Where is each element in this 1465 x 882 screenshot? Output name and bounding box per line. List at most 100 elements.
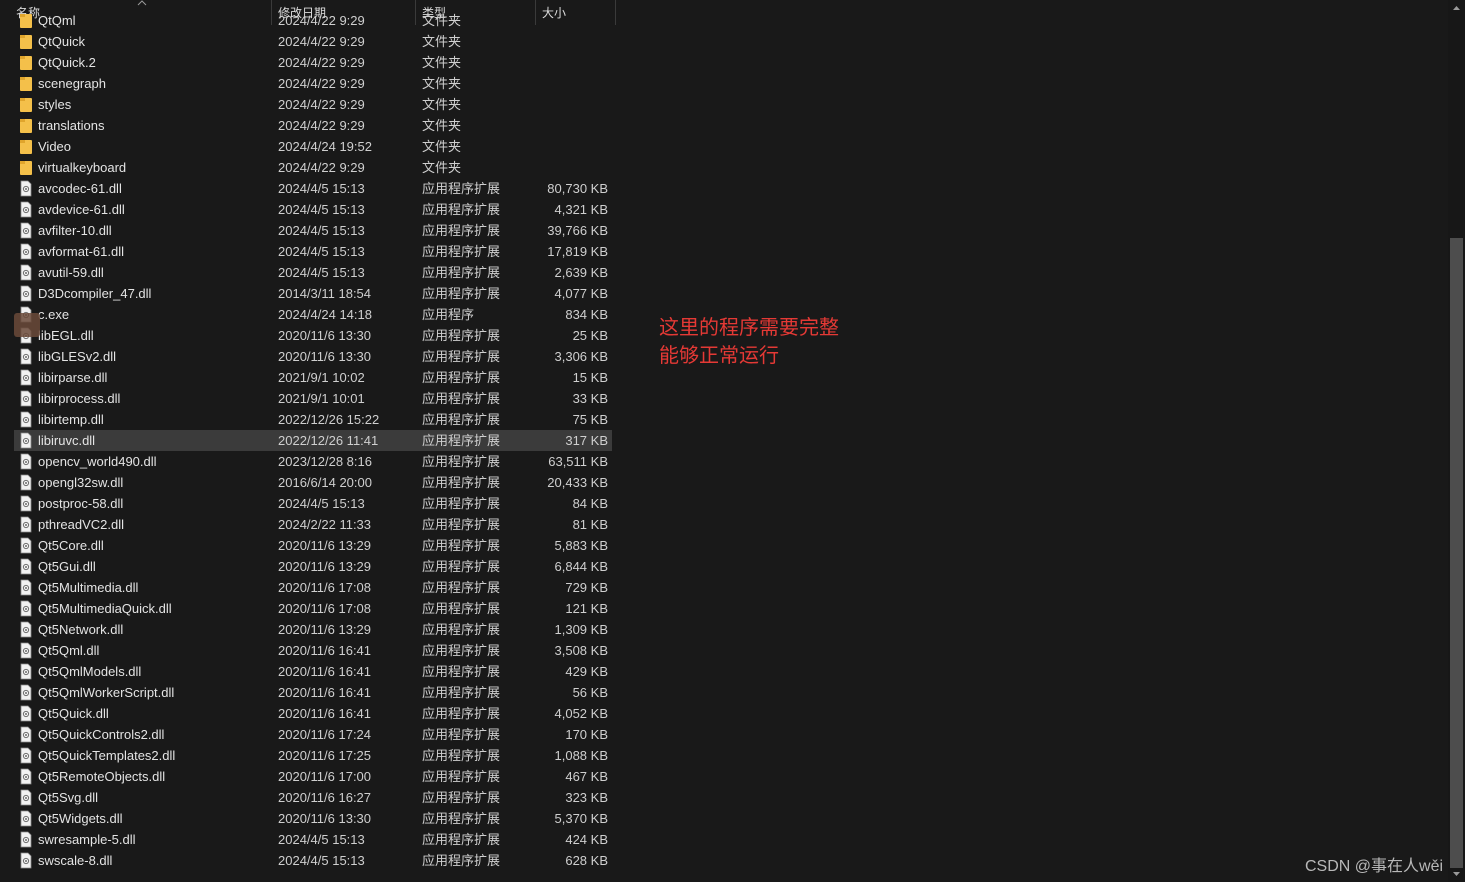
file-size: 5,370 KB (554, 811, 609, 826)
file-name: avdevice-61.dll (38, 202, 125, 217)
file-type: 应用程序扩展 (422, 853, 501, 868)
file-row[interactable]: D3Dcompiler_47.dll 2014/3/11 18:54 应用程序扩展 4… (14, 283, 612, 304)
file-name: avutil-59.dll (38, 265, 104, 280)
file-size: 4,321 KB (554, 202, 609, 217)
file-row[interactable]: Video 2024/4/24 19:52 文件夹 (14, 136, 612, 157)
file-type: 文件夹 (422, 139, 462, 154)
file-row[interactable]: opencv_world490.dll 2023/12/28 8:16 应用程序扩展… (14, 451, 612, 472)
file-type: 文件夹 (422, 118, 462, 133)
file-date: 2024/4/5 15:13 (278, 265, 365, 280)
file-date: 2014/3/11 18:54 (278, 286, 372, 301)
file-type: 应用程序扩展 (422, 643, 501, 658)
file-type: 应用程序扩展 (422, 580, 501, 595)
file-size: 317 KB (565, 433, 608, 448)
file-row[interactable]: avformat-61.dll 2024/4/5 15:13 应用程序扩展 17,81… (14, 241, 612, 262)
file-type: 应用程序扩展 (422, 496, 501, 511)
file-row[interactable]: QtQuick 2024/4/22 9:29 文件夹 (14, 31, 612, 52)
file-row[interactable]: postproc-58.dll 2024/4/5 15:13 应用程序扩展 84 KB (14, 493, 612, 514)
dll-file-icon (20, 264, 32, 281)
file-row[interactable]: Qt5Quick.dll 2020/11/6 16:41 应用程序扩展 4,052 K… (14, 703, 612, 724)
file-date: 2024/4/5 15:13 (278, 223, 365, 238)
file-row[interactable]: libEGL.dll 2020/11/6 13:30 应用程序扩展 25 KB (14, 325, 612, 346)
file-row[interactable]: QtQml 2024/4/22 9:29 文件夹 (14, 10, 612, 31)
file-type: 应用程序扩展 (422, 685, 501, 700)
file-row[interactable]: avfilter-10.dll 2024/4/5 15:13 应用程序扩展 39,76… (14, 220, 612, 241)
file-row[interactable]: swscale-8.dll 2024/4/5 15:13 应用程序扩展 628 KB (14, 850, 612, 871)
scroll-down-arrow-icon[interactable] (1451, 869, 1462, 879)
file-name: Qt5RemoteObjects.dll (38, 769, 166, 784)
file-row[interactable]: Qt5Multimedia.dll 2020/11/6 17:08 应用程序扩展 72… (14, 577, 612, 598)
scrollbar-thumb[interactable] (1450, 238, 1463, 868)
file-row[interactable]: Qt5QuickControls2.dll 2020/11/6 17:24 应用程序… (14, 724, 612, 745)
dll-file-icon (20, 558, 32, 575)
file-type: 文件夹 (422, 160, 462, 175)
file-date: 2020/11/6 16:41 (278, 706, 372, 721)
file-row[interactable]: translations 2024/4/22 9:29 文件夹 (14, 115, 612, 136)
file-row[interactable]: QtQuick.2 2024/4/22 9:29 文件夹 (14, 52, 612, 73)
file-row[interactable]: libirparse.dll 2021/9/1 10:02 应用程序扩展 15 KB (14, 367, 612, 388)
file-row[interactable]: Qt5QmlWorkerScript.dll 2020/11/6 16:41 应用程… (14, 682, 612, 703)
file-date: 2020/11/6 13:30 (278, 349, 372, 364)
file-row[interactable]: Qt5QmlModels.dll 2020/11/6 16:41 应用程序扩展 429… (14, 661, 612, 682)
file-date: 2020/11/6 17:25 (278, 748, 372, 763)
file-row[interactable]: Qt5Network.dll 2020/11/6 13:29 应用程序扩展 1,309… (14, 619, 612, 640)
file-date: 2024/4/22 9:29 (278, 13, 365, 28)
dll-file-icon (20, 621, 32, 638)
file-size: 15 KB (572, 370, 608, 385)
scroll-up-arrow-icon[interactable] (1451, 3, 1462, 13)
file-row[interactable]: c.exe 2024/4/24 14:18 应用程序 834 KB (14, 304, 612, 325)
file-row[interactable]: avdevice-61.dll 2024/4/5 15:13 应用程序扩展 4,321… (14, 199, 612, 220)
file-date: 2020/11/6 17:24 (278, 727, 372, 742)
dll-file-icon (20, 474, 32, 491)
file-name: virtualkeyboard (38, 160, 127, 175)
file-name: swscale-8.dll (38, 853, 113, 868)
file-size: 2,639 KB (554, 265, 609, 280)
file-date: 2020/11/6 17:00 (278, 769, 372, 784)
file-size: 834 KB (565, 307, 608, 322)
file-name: avformat-61.dll (38, 244, 124, 259)
file-type: 文件夹 (422, 55, 462, 70)
file-row[interactable]: Qt5Gui.dll 2020/11/6 13:29 应用程序扩展 6,844 KB (14, 556, 612, 577)
dll-file-icon (20, 684, 32, 701)
dll-file-icon (20, 285, 32, 302)
dll-file-icon (20, 810, 32, 827)
dll-file-icon (20, 369, 32, 386)
file-row[interactable]: opengl32sw.dll 2016/6/14 20:00 应用程序扩展 20,43… (14, 472, 612, 493)
file-row[interactable]: styles 2024/4/22 9:29 文件夹 (14, 94, 612, 115)
file-row[interactable]: Qt5Core.dll 2020/11/6 13:29 应用程序扩展 5,883 KB (14, 535, 612, 556)
file-row[interactable]: virtualkeyboard 2024/4/22 9:29 文件夹 (14, 157, 612, 178)
file-row[interactable]: Qt5Widgets.dll 2020/11/6 13:30 应用程序扩展 5,370… (14, 808, 612, 829)
file-row[interactable]: Qt5MultimediaQuick.dll 2020/11/6 17:08 应用程… (14, 598, 612, 619)
file-size: 121 KB (565, 601, 608, 616)
file-row[interactable]: avutil-59.dll 2024/4/5 15:13 应用程序扩展 2,639 K… (14, 262, 612, 283)
file-row[interactable]: libirprocess.dll 2021/9/1 10:01 应用程序扩展 33 K… (14, 388, 612, 409)
file-type: 应用程序扩展 (422, 328, 501, 343)
folder-icon (20, 35, 32, 49)
file-row[interactable]: libirtemp.dll 2022/12/26 15:22 应用程序扩展 75 KB (14, 409, 612, 430)
file-row[interactable]: Qt5Svg.dll 2020/11/6 16:27 应用程序扩展 323 KB (14, 787, 612, 808)
file-type: 应用程序 (422, 307, 475, 322)
file-row[interactable]: libGLESv2.dll 2020/11/6 13:30 应用程序扩展 3,306 … (14, 346, 612, 367)
file-row[interactable]: scenegraph 2024/4/22 9:29 文件夹 (14, 73, 612, 94)
file-size: 170 KB (565, 727, 608, 742)
file-date: 2020/11/6 13:30 (278, 811, 372, 826)
dll-file-icon (20, 537, 32, 554)
file-row[interactable]: avcodec-61.dll 2024/4/5 15:13 应用程序扩展 80,730… (14, 178, 612, 199)
file-row[interactable]: swresample-5.dll 2024/4/5 15:13 应用程序扩展 424 … (14, 829, 612, 850)
file-row[interactable]: libiruvc.dll 2022/12/26 11:41 应用程序扩展 317 KB (14, 430, 612, 451)
file-date: 2024/4/22 9:29 (278, 55, 365, 70)
file-name: Video (38, 139, 72, 154)
file-date: 2020/11/6 13:30 (278, 328, 372, 343)
file-size: 4,077 KB (554, 286, 609, 301)
file-size: 1,088 KB (554, 748, 609, 763)
file-row[interactable]: Qt5RemoteObjects.dll 2020/11/6 17:00 应用程序扩… (14, 766, 612, 787)
file-date: 2024/4/5 15:13 (278, 496, 365, 511)
file-row[interactable]: Qt5QuickTemplates2.dll 2020/11/6 17:25 应用程… (14, 745, 612, 766)
file-row[interactable]: pthreadVC2.dll 2024/2/22 11:33 应用程序扩展 81 KB (14, 514, 612, 535)
file-date: 2020/11/6 13:29 (278, 538, 372, 553)
file-row[interactable]: Qt5Qml.dll 2020/11/6 16:41 应用程序扩展 3,508 KB (14, 640, 612, 661)
file-type: 应用程序扩展 (422, 475, 501, 490)
file-date: 2020/11/6 16:41 (278, 664, 372, 679)
file-type: 文件夹 (422, 97, 462, 112)
file-size: 63,511 KB (548, 454, 608, 469)
